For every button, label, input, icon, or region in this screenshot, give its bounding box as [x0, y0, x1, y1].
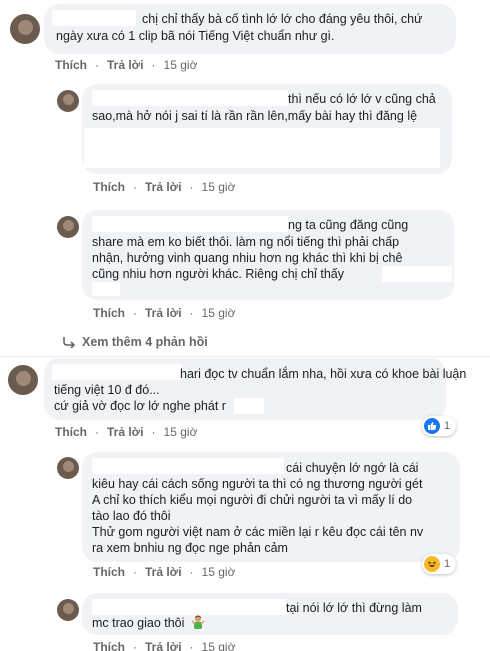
comment-text-line: share mà em ko biết thôi. làm ng nổi tiế… [92, 235, 400, 249]
view-more-replies-link[interactable]: Xem thêm 4 phản hồi [62, 335, 208, 349]
comment-bubble: thì nếu có lớ lớ v cũng chả sao,mà hở nó… [82, 84, 452, 174]
like-link[interactable]: Thích [93, 640, 125, 651]
comment-bubble: cái chuyện lớ ngớ là cái kiêu hay cái cá… [82, 452, 460, 562]
reply-link[interactable]: Trả lời [107, 425, 144, 439]
comment-actions: Thích · Trả lời · 15 giờ [93, 565, 236, 579]
avatar[interactable] [10, 14, 40, 44]
reply-link[interactable]: Trả lời [145, 180, 182, 194]
timestamp[interactable]: 15 giờ [202, 180, 236, 194]
reply-link[interactable]: Trả lời [107, 58, 144, 72]
avatar[interactable] [57, 599, 79, 621]
like-link[interactable]: Thích [93, 565, 125, 579]
comment-text-line: tào lao đó thôi [92, 509, 171, 523]
comment-text-fragment: mc trao giao thôi [92, 616, 185, 630]
timestamp[interactable]: 15 giờ [202, 306, 236, 320]
redacted-content [92, 282, 120, 296]
avatar[interactable] [57, 216, 79, 238]
like-link[interactable]: Thích [55, 58, 87, 72]
reply-link[interactable]: Trả lời [145, 640, 182, 651]
redacted-name [92, 599, 286, 615]
comment-text-line: sao,mà hở nói j sai tí là rần rần lên,mấ… [92, 109, 418, 123]
comment-text-line: cứ giả vờ đọc lơ lớ nghe phát r [54, 399, 226, 413]
comment-text-line: ra xem bnhiu ng đọc nge phản cảm [92, 541, 288, 555]
comment-text-line: Thử gom người việt nam ở các miền lại r … [92, 525, 424, 539]
avatar[interactable] [57, 457, 79, 479]
comment-text-line: A chỉ ko thích kiểu mọi người đi chửi ng… [92, 493, 413, 507]
redacted-name [52, 10, 136, 26]
comment-text-line: hari đọc tv chuẩn lắm nha, hồi xưa có kh… [180, 367, 467, 381]
redacted-name [92, 90, 288, 106]
comment-text-line: ng ta cũng đăng cũng [288, 218, 409, 232]
comment-text-line: mc trao giao thôi [92, 615, 205, 631]
timestamp[interactable]: 15 giờ [202, 640, 236, 651]
comment-actions: Thích · Trả lời · 15 giờ [55, 58, 198, 72]
like-link[interactable]: Thích [93, 306, 125, 320]
redacted-content [234, 398, 264, 414]
timestamp[interactable]: 15 giờ [164, 58, 198, 72]
reaction-count: 1 [444, 420, 451, 432]
reply-arrow-icon [63, 337, 76, 348]
reaction-count: 1 [444, 558, 451, 570]
timestamp[interactable]: 15 giờ [202, 565, 236, 579]
redacted-content [84, 128, 440, 168]
comment-text-line: kiêu hay cái cách sống người ta thì có n… [92, 477, 423, 491]
like-link[interactable]: Thích [55, 425, 87, 439]
comment-text-line: tiếng việt 10 đ đó... [54, 383, 160, 397]
redacted-name [92, 458, 284, 474]
redacted-name [52, 364, 182, 380]
comment-actions: Thích · Trả lời · 15 giờ [55, 425, 198, 439]
comment-text-line: ngày xưa có 1 clip bã nói Tiếng Việt chu… [56, 29, 335, 43]
comment-text-line: cũng nhiu hơn người khác. Riêng chị chỉ … [92, 267, 344, 281]
redacted-name [92, 216, 288, 232]
comment-text-line: cái chuyện lớ ngớ là cái [286, 461, 419, 475]
comment-text-line: nhận, hưởng vinh quang nhiu hơn ng khác … [92, 251, 403, 265]
reply-link[interactable]: Trả lời [145, 306, 182, 320]
comment-bubble: chị chỉ thấy bà cố tình lớ lớ cho đáng y… [44, 4, 456, 54]
comment-actions: Thích · Trả lời · 15 giờ [93, 640, 235, 651]
redacted-content [382, 266, 452, 282]
comment-actions: Thích · Trả lời · 15 giờ [93, 306, 236, 320]
reaction-badge[interactable]: 1 [422, 554, 457, 574]
comment-text-line: chị chỉ thấy bà cố tình lớ lớ cho đáng y… [142, 12, 423, 26]
comment-actions: Thích · Trả lời · 15 giờ [93, 180, 236, 194]
haha-icon [424, 556, 440, 572]
divider [0, 356, 490, 357]
timestamp[interactable]: 15 giờ [164, 425, 198, 439]
like-icon [424, 418, 440, 434]
comment-bubble: tại nói lớ lớ thì đừng làm mc trao giao … [82, 593, 458, 635]
comment-text-line: tại nói lớ lớ thì đừng làm [286, 601, 422, 615]
avatar[interactable] [8, 365, 38, 395]
man-gesturing-emoji [191, 615, 205, 629]
reaction-badge[interactable]: 1 [422, 416, 457, 436]
view-more-replies-label: Xem thêm 4 phản hồi [82, 335, 208, 349]
comment-bubble: hari đọc tv chuẩn lắm nha, hồi xưa có kh… [44, 358, 466, 420]
reply-link[interactable]: Trả lời [145, 565, 182, 579]
comment-bubble: ng ta cũng đăng cũng share mà em ko biết… [82, 210, 454, 300]
like-link[interactable]: Thích [93, 180, 125, 194]
avatar[interactable] [57, 90, 79, 112]
comment-text-line: thì nếu có lớ lớ v cũng chả [288, 92, 436, 106]
